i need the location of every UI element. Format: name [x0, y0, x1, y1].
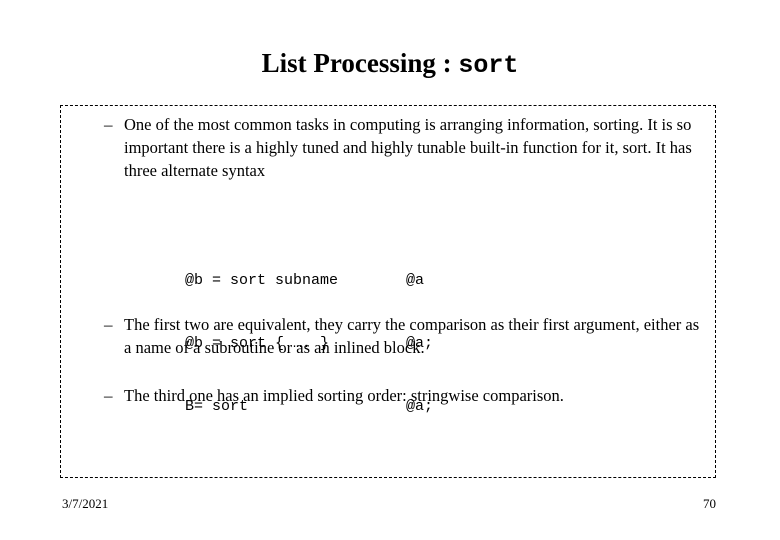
- bullet-item-3: – The third one has an implied sorting o…: [104, 384, 704, 407]
- bullet-dash-marker: –: [104, 386, 113, 405]
- bullet-text: The first two are equivalent, they carry…: [124, 315, 700, 357]
- slide-title: List Processing : sort: [0, 47, 780, 82]
- slide: List Processing : sort – One of the most…: [0, 0, 780, 540]
- code-line-1-left: @b = sort subname: [185, 272, 339, 289]
- slide-title-mono-part: sort: [458, 51, 519, 80]
- code-line-1: @b = sort subname @a: [131, 249, 433, 289]
- code-line-1-right: @a: [406, 272, 425, 289]
- footer-date: 3/7/2021: [62, 496, 109, 511]
- bullet-item-2: – The first two are equivalent, they car…: [104, 313, 704, 359]
- bullet-dash-marker: –: [104, 315, 113, 334]
- footer-page-number: 70: [703, 496, 716, 511]
- bullet-item-1: – One of the most common tasks in comput…: [104, 113, 716, 182]
- bullet-text: The third one has an implied sorting ord…: [124, 386, 564, 405]
- bullet-dash-marker: –: [104, 115, 113, 134]
- bullet-text: One of the most common tasks in computin…: [124, 115, 692, 180]
- slide-title-serif-part: List Processing :: [261, 48, 459, 78]
